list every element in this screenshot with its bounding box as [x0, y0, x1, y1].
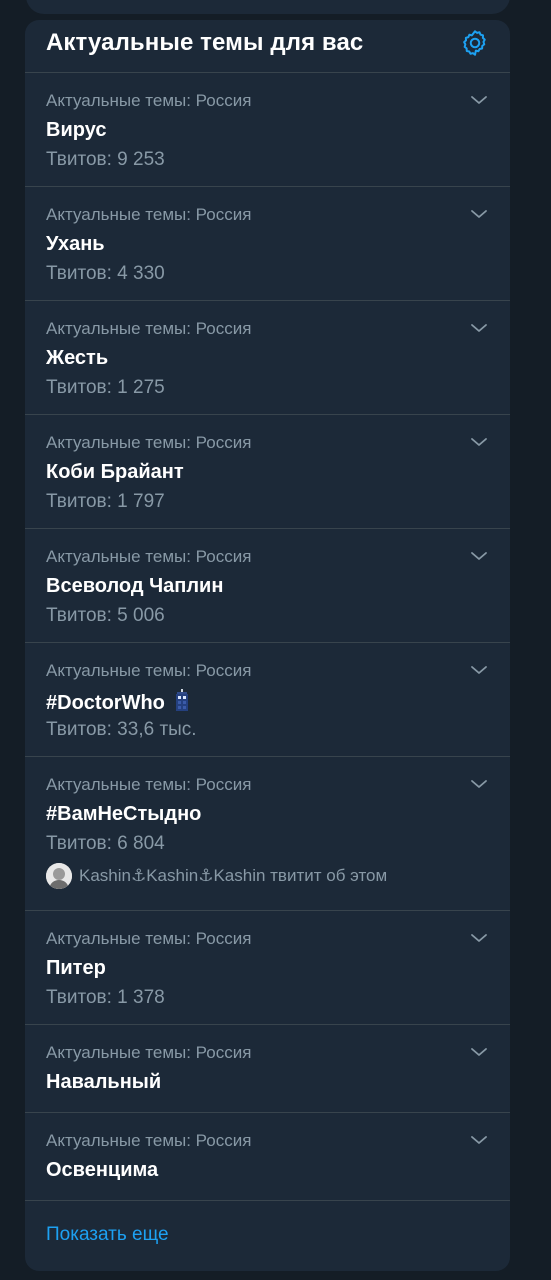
- trend-context: Актуальные темы: Россия: [46, 1043, 252, 1062]
- tweeter-text[interactable]: Kashin⚓Kashin⚓Kashin твитит об этом: [79, 866, 387, 886]
- trend-name: Жесть: [46, 347, 109, 369]
- chevron-down-icon[interactable]: [470, 91, 488, 109]
- trends-title: Актуальные темы для вас: [46, 29, 364, 56]
- trend-context: Актуальные темы: Россия: [46, 547, 252, 566]
- trend-count: Твитов: 6 804: [46, 833, 165, 854]
- trend-name: #ВамНеСтыдно: [46, 803, 202, 825]
- trend-item[interactable]: Актуальные темы: Россия Коби Брайант Тви…: [25, 415, 510, 529]
- trend-context: Актуальные темы: Россия: [46, 319, 252, 338]
- chevron-down-icon[interactable]: [470, 775, 488, 793]
- trend-name: Освенцима: [46, 1159, 159, 1181]
- trend-context: Актуальные темы: Россия: [46, 929, 252, 948]
- trend-name-row: #DoctorWho: [46, 689, 189, 715]
- trend-name: #DoctorWho: [46, 692, 165, 714]
- show-more-link[interactable]: Показать еще: [46, 1224, 169, 1246]
- chevron-down-icon[interactable]: [470, 1131, 488, 1149]
- chevron-down-icon[interactable]: [470, 661, 488, 679]
- trend-item[interactable]: Актуальные темы: Россия Ухань Твитов: 4 …: [25, 187, 510, 301]
- show-more-row: Показать еще: [25, 1201, 510, 1271]
- trend-name: Ухань: [46, 233, 105, 255]
- trend-name: Всеволод Чаплин: [46, 575, 224, 597]
- trend-name: Вирус: [46, 119, 107, 141]
- trend-count: Твитов: 1 797: [46, 491, 165, 512]
- chevron-down-icon[interactable]: [470, 205, 488, 223]
- trend-context: Актуальные темы: Россия: [46, 205, 252, 224]
- chevron-down-icon[interactable]: [470, 929, 488, 947]
- trend-item[interactable]: Актуальные темы: Россия Питер Твитов: 1 …: [25, 911, 510, 1025]
- trend-name: Навальный: [46, 1071, 162, 1093]
- avatar[interactable]: [46, 863, 72, 889]
- trend-context: Актуальные темы: Россия: [46, 433, 252, 452]
- trend-item[interactable]: Актуальные темы: Россия Всеволод Чаплин …: [25, 529, 510, 643]
- previous-card-bottom: [26, 0, 510, 14]
- trend-item[interactable]: Актуальные темы: Россия Навальный: [25, 1025, 510, 1113]
- chevron-down-icon[interactable]: [470, 547, 488, 565]
- trend-count: Твитов: 1 378: [46, 987, 165, 1008]
- trend-item[interactable]: Актуальные темы: Россия Освенцима: [25, 1113, 510, 1201]
- gear-icon: [463, 30, 486, 56]
- settings-button[interactable]: [460, 28, 490, 58]
- trend-item[interactable]: Актуальные темы: Россия #DoctorWho Твито…: [25, 643, 510, 757]
- trends-header: Актуальные темы для вас: [25, 20, 510, 73]
- trend-name: Коби Брайант: [46, 461, 184, 483]
- chevron-down-icon[interactable]: [470, 433, 488, 451]
- trends-panel: Актуальные темы для вас Актуальные темы:…: [25, 20, 510, 1271]
- trend-count: Твитов: 4 330: [46, 263, 165, 284]
- trend-count: Твитов: 5 006: [46, 605, 165, 626]
- trend-count: Твитов: 9 253: [46, 149, 165, 170]
- trend-context: Актуальные темы: Россия: [46, 661, 252, 680]
- trend-context: Актуальные темы: Россия: [46, 775, 252, 794]
- trend-name: Питер: [46, 957, 106, 979]
- trend-item[interactable]: Актуальные темы: Россия #ВамНеСтыдно Тви…: [25, 757, 510, 911]
- trend-context: Актуальные темы: Россия: [46, 91, 252, 110]
- trend-item[interactable]: Актуальные темы: Россия Жесть Твитов: 1 …: [25, 301, 510, 415]
- trend-count: Твитов: 33,6 тыс.: [46, 719, 197, 740]
- trend-count: Твитов: 1 275: [46, 377, 165, 398]
- trend-context: Актуальные темы: Россия: [46, 1131, 252, 1150]
- chevron-down-icon[interactable]: [470, 319, 488, 337]
- trend-item[interactable]: Актуальные темы: Россия Вирус Твитов: 9 …: [25, 73, 510, 187]
- chevron-down-icon[interactable]: [470, 1043, 488, 1061]
- tardis-icon: [176, 689, 189, 711]
- trend-tweeter-line: Kashin⚓Kashin⚓Kashin твитит об этом: [46, 863, 387, 889]
